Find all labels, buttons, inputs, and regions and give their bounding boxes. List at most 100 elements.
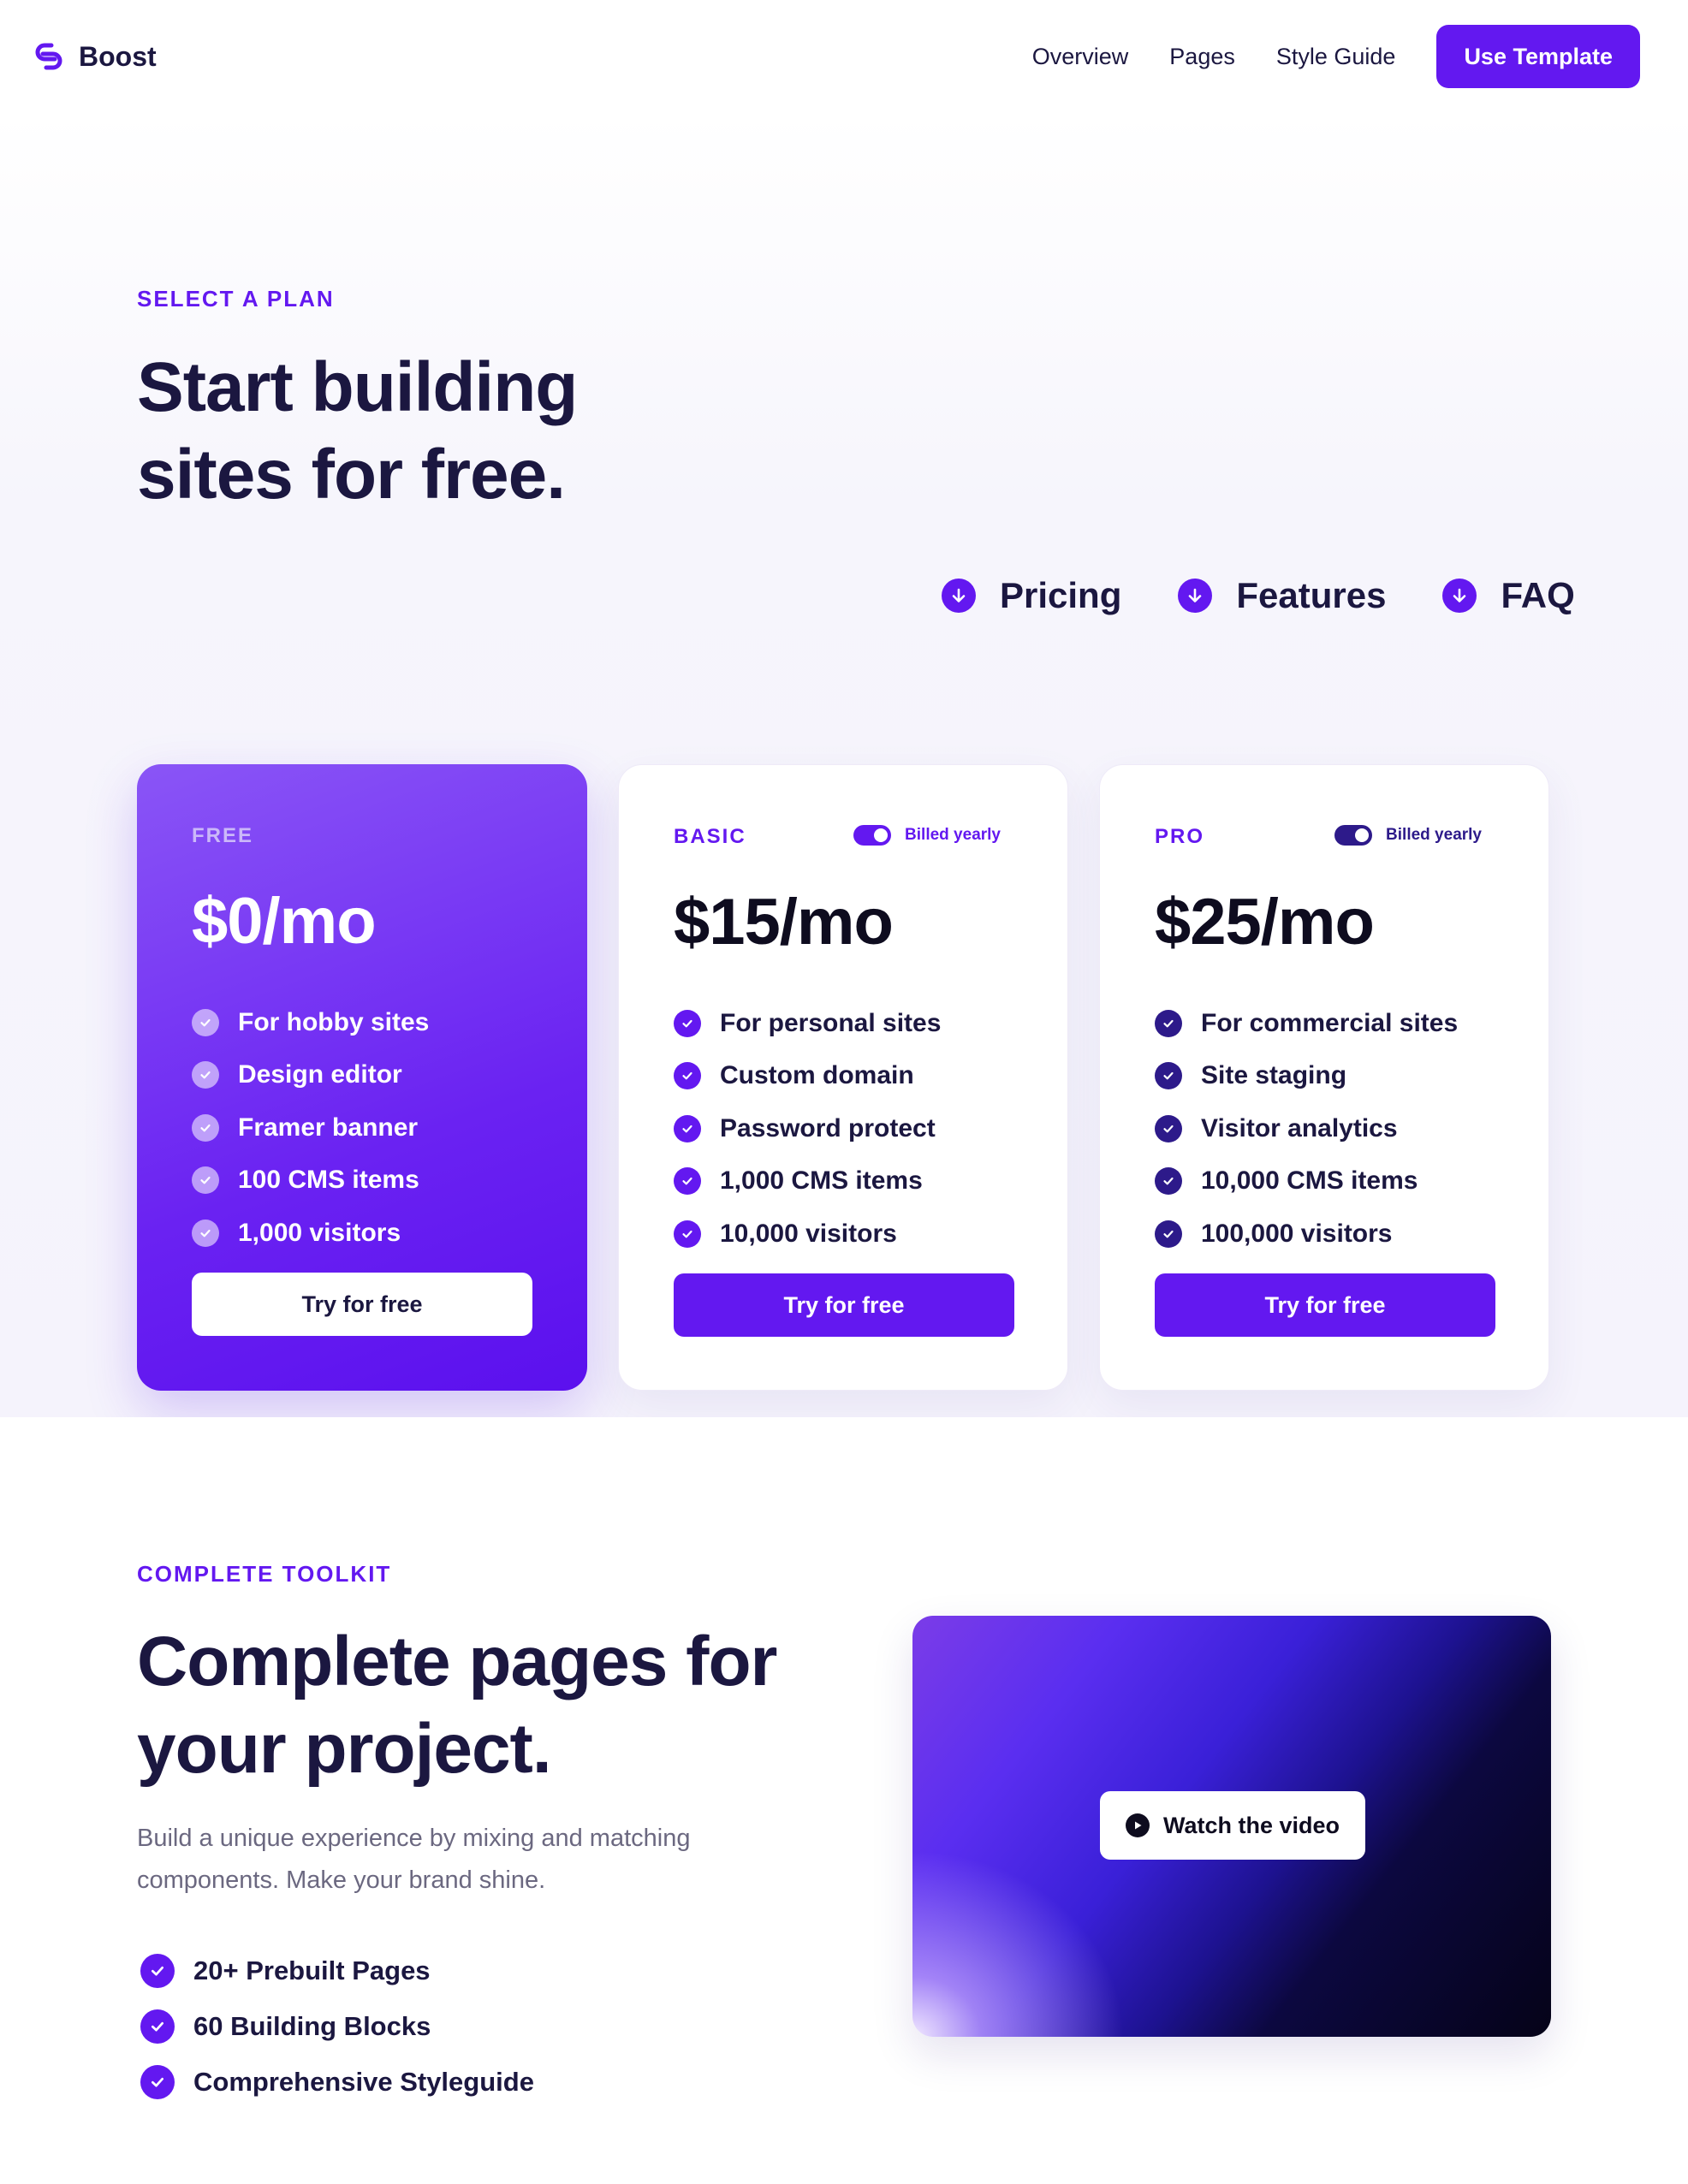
plan-card-pro: PRO Billed yearly $25/mo For commercial … bbox=[1099, 764, 1549, 1391]
anchor-faq[interactable]: FAQ bbox=[1442, 575, 1575, 616]
list-item: Comprehensive Styleguide bbox=[140, 2054, 534, 2110]
feature-label: 1,000 CMS items bbox=[720, 1166, 923, 1196]
boost-logo-icon bbox=[35, 43, 62, 70]
check-circle-icon bbox=[1155, 1114, 1182, 1142]
arrow-down-circle-icon bbox=[1442, 579, 1477, 613]
feature-label: For commercial sites bbox=[1201, 1008, 1459, 1037]
billing-toggle[interactable]: Billed yearly bbox=[1334, 825, 1482, 846]
try-for-free-button[interactable]: Try for free bbox=[674, 1273, 1014, 1337]
list-item: 10,000 CMS items bbox=[1155, 1155, 1458, 1208]
anchor-pricing[interactable]: Pricing bbox=[942, 575, 1121, 616]
watch-video-label: Watch the video bbox=[1162, 1812, 1340, 1838]
feature-label: 100,000 visitors bbox=[1201, 1219, 1393, 1248]
try-for-free-button[interactable]: Try for free bbox=[1155, 1273, 1495, 1337]
check-circle-icon bbox=[674, 1167, 701, 1196]
list-item: 10,000 visitors bbox=[674, 1208, 941, 1261]
feature-label: Design editor bbox=[238, 1060, 402, 1089]
feature-label: Custom domain bbox=[720, 1061, 914, 1090]
check-circle-icon bbox=[1155, 1062, 1182, 1090]
arrow-down-circle-icon bbox=[1178, 579, 1213, 613]
nav-link-style-guide[interactable]: Style Guide bbox=[1276, 44, 1396, 70]
play-icon bbox=[1125, 1813, 1150, 1837]
check-circle-icon bbox=[674, 1062, 701, 1090]
plan-name: BASIC bbox=[674, 825, 746, 848]
hero-eyebrow: SELECT A PLAN bbox=[137, 286, 335, 312]
check-circle-icon bbox=[192, 1008, 219, 1036]
feature-label: 100 CMS items bbox=[238, 1166, 419, 1195]
check-circle-icon bbox=[192, 1166, 219, 1195]
use-template-button[interactable]: Use Template bbox=[1436, 25, 1640, 88]
toolkit-item-label: 60 Building Blocks bbox=[193, 2010, 431, 2041]
anchor-label: Features bbox=[1236, 575, 1387, 615]
plan-card-basic: BASIC Billed yearly $15/mo For personal … bbox=[618, 764, 1068, 1391]
brand[interactable]: Boost bbox=[33, 41, 157, 73]
feature-label: 10,000 visitors bbox=[720, 1219, 897, 1248]
check-circle-icon bbox=[192, 1219, 219, 1247]
toolkit-description: Build a unique experience by mixing and … bbox=[137, 1825, 691, 1894]
feature-label: 1,000 visitors bbox=[238, 1218, 401, 1247]
check-circle-icon bbox=[140, 2064, 175, 2099]
nav-links: Overview Pages Style Guide Use Template bbox=[991, 25, 1640, 88]
nav-link-pages[interactable]: Pages bbox=[1169, 44, 1235, 70]
list-item: For commercial sites bbox=[1155, 997, 1458, 1050]
watch-video-button[interactable]: Watch the video bbox=[1100, 1791, 1365, 1860]
plan-card-free: FREE $0/mo For hobby sites Design editor… bbox=[137, 764, 587, 1391]
plan-name: PRO bbox=[1155, 825, 1205, 848]
list-item: 60 Building Blocks bbox=[140, 1998, 534, 2054]
list-item: Design editor bbox=[192, 1049, 429, 1102]
check-circle-icon bbox=[674, 1114, 701, 1142]
toggle-switch[interactable] bbox=[853, 825, 892, 846]
check-circle-icon bbox=[674, 1220, 701, 1248]
plan-features: For personal sites Custom domain Passwor… bbox=[674, 997, 941, 1261]
feature-label: 10,000 CMS items bbox=[1201, 1166, 1418, 1196]
billing-toggle[interactable]: Billed yearly bbox=[853, 825, 1001, 846]
brand-name: Boost bbox=[79, 40, 157, 72]
check-circle-icon bbox=[674, 1009, 701, 1037]
feature-label: Framer banner bbox=[238, 1113, 419, 1142]
toolkit-item-label: Comprehensive Styleguide bbox=[193, 2066, 534, 2097]
plan-price: $25/mo bbox=[1155, 886, 1375, 958]
toolkit-eyebrow: COMPLETE TOOLKIT bbox=[137, 1561, 392, 1587]
video-thumbnail[interactable]: Watch the video bbox=[912, 1616, 1551, 2037]
anchor-label: FAQ bbox=[1501, 575, 1575, 615]
list-item: Site staging bbox=[1155, 1050, 1458, 1103]
billing-label: Billed yearly bbox=[1386, 826, 1482, 844]
anchor-features[interactable]: Features bbox=[1178, 575, 1386, 616]
billing-label: Billed yearly bbox=[905, 826, 1001, 844]
list-item: Custom domain bbox=[674, 1050, 941, 1103]
list-item: 1,000 CMS items bbox=[674, 1155, 941, 1208]
check-circle-icon bbox=[140, 1953, 175, 1988]
list-item: 20+ Prebuilt Pages bbox=[140, 1943, 534, 1998]
check-circle-icon bbox=[1155, 1167, 1182, 1196]
section-anchors: Pricing Features FAQ bbox=[942, 575, 1575, 616]
list-item: Framer banner bbox=[192, 1101, 429, 1154]
nav-link-overview[interactable]: Overview bbox=[1032, 44, 1129, 70]
toolkit-item-label: 20+ Prebuilt Pages bbox=[193, 1955, 431, 1985]
hero-title: Start building sites for free. bbox=[137, 348, 578, 513]
top-nav: Boost Overview Pages Style Guide Use Tem… bbox=[0, 0, 1688, 113]
plan-name: FREE bbox=[192, 824, 254, 847]
list-item: Password protect bbox=[674, 1102, 941, 1155]
arrow-down-circle-icon bbox=[942, 579, 976, 613]
toolkit-section: COMPLETE TOOLKIT Complete pages for your… bbox=[0, 1417, 1688, 2184]
list-item: 1,000 visitors bbox=[192, 1207, 429, 1260]
check-circle-icon bbox=[1155, 1009, 1182, 1037]
anchor-label: Pricing bbox=[1000, 575, 1122, 615]
list-item: Visitor analytics bbox=[1155, 1102, 1458, 1155]
check-circle-icon bbox=[192, 1061, 219, 1089]
list-item: 100 CMS items bbox=[192, 1154, 429, 1208]
list-item: For personal sites bbox=[674, 997, 941, 1050]
plan-features: For hobby sites Design editor Framer ban… bbox=[192, 996, 429, 1260]
try-for-free-button[interactable]: Try for free bbox=[192, 1273, 532, 1336]
toolkit-title: Complete pages for your project. bbox=[137, 1623, 777, 1788]
list-item: 100,000 visitors bbox=[1155, 1208, 1458, 1261]
feature-label: Password protect bbox=[720, 1113, 936, 1142]
feature-label: Visitor analytics bbox=[1201, 1113, 1398, 1142]
feature-label: For personal sites bbox=[720, 1008, 942, 1037]
check-circle-icon bbox=[1155, 1220, 1182, 1248]
plan-features: For commercial sites Site staging Visito… bbox=[1155, 997, 1458, 1261]
feature-label: For hobby sites bbox=[238, 1007, 430, 1036]
pricing-section: SELECT A PLAN Start building sites for f… bbox=[0, 113, 1688, 1417]
check-circle-icon bbox=[140, 2009, 175, 2044]
toggle-switch[interactable] bbox=[1334, 825, 1373, 846]
